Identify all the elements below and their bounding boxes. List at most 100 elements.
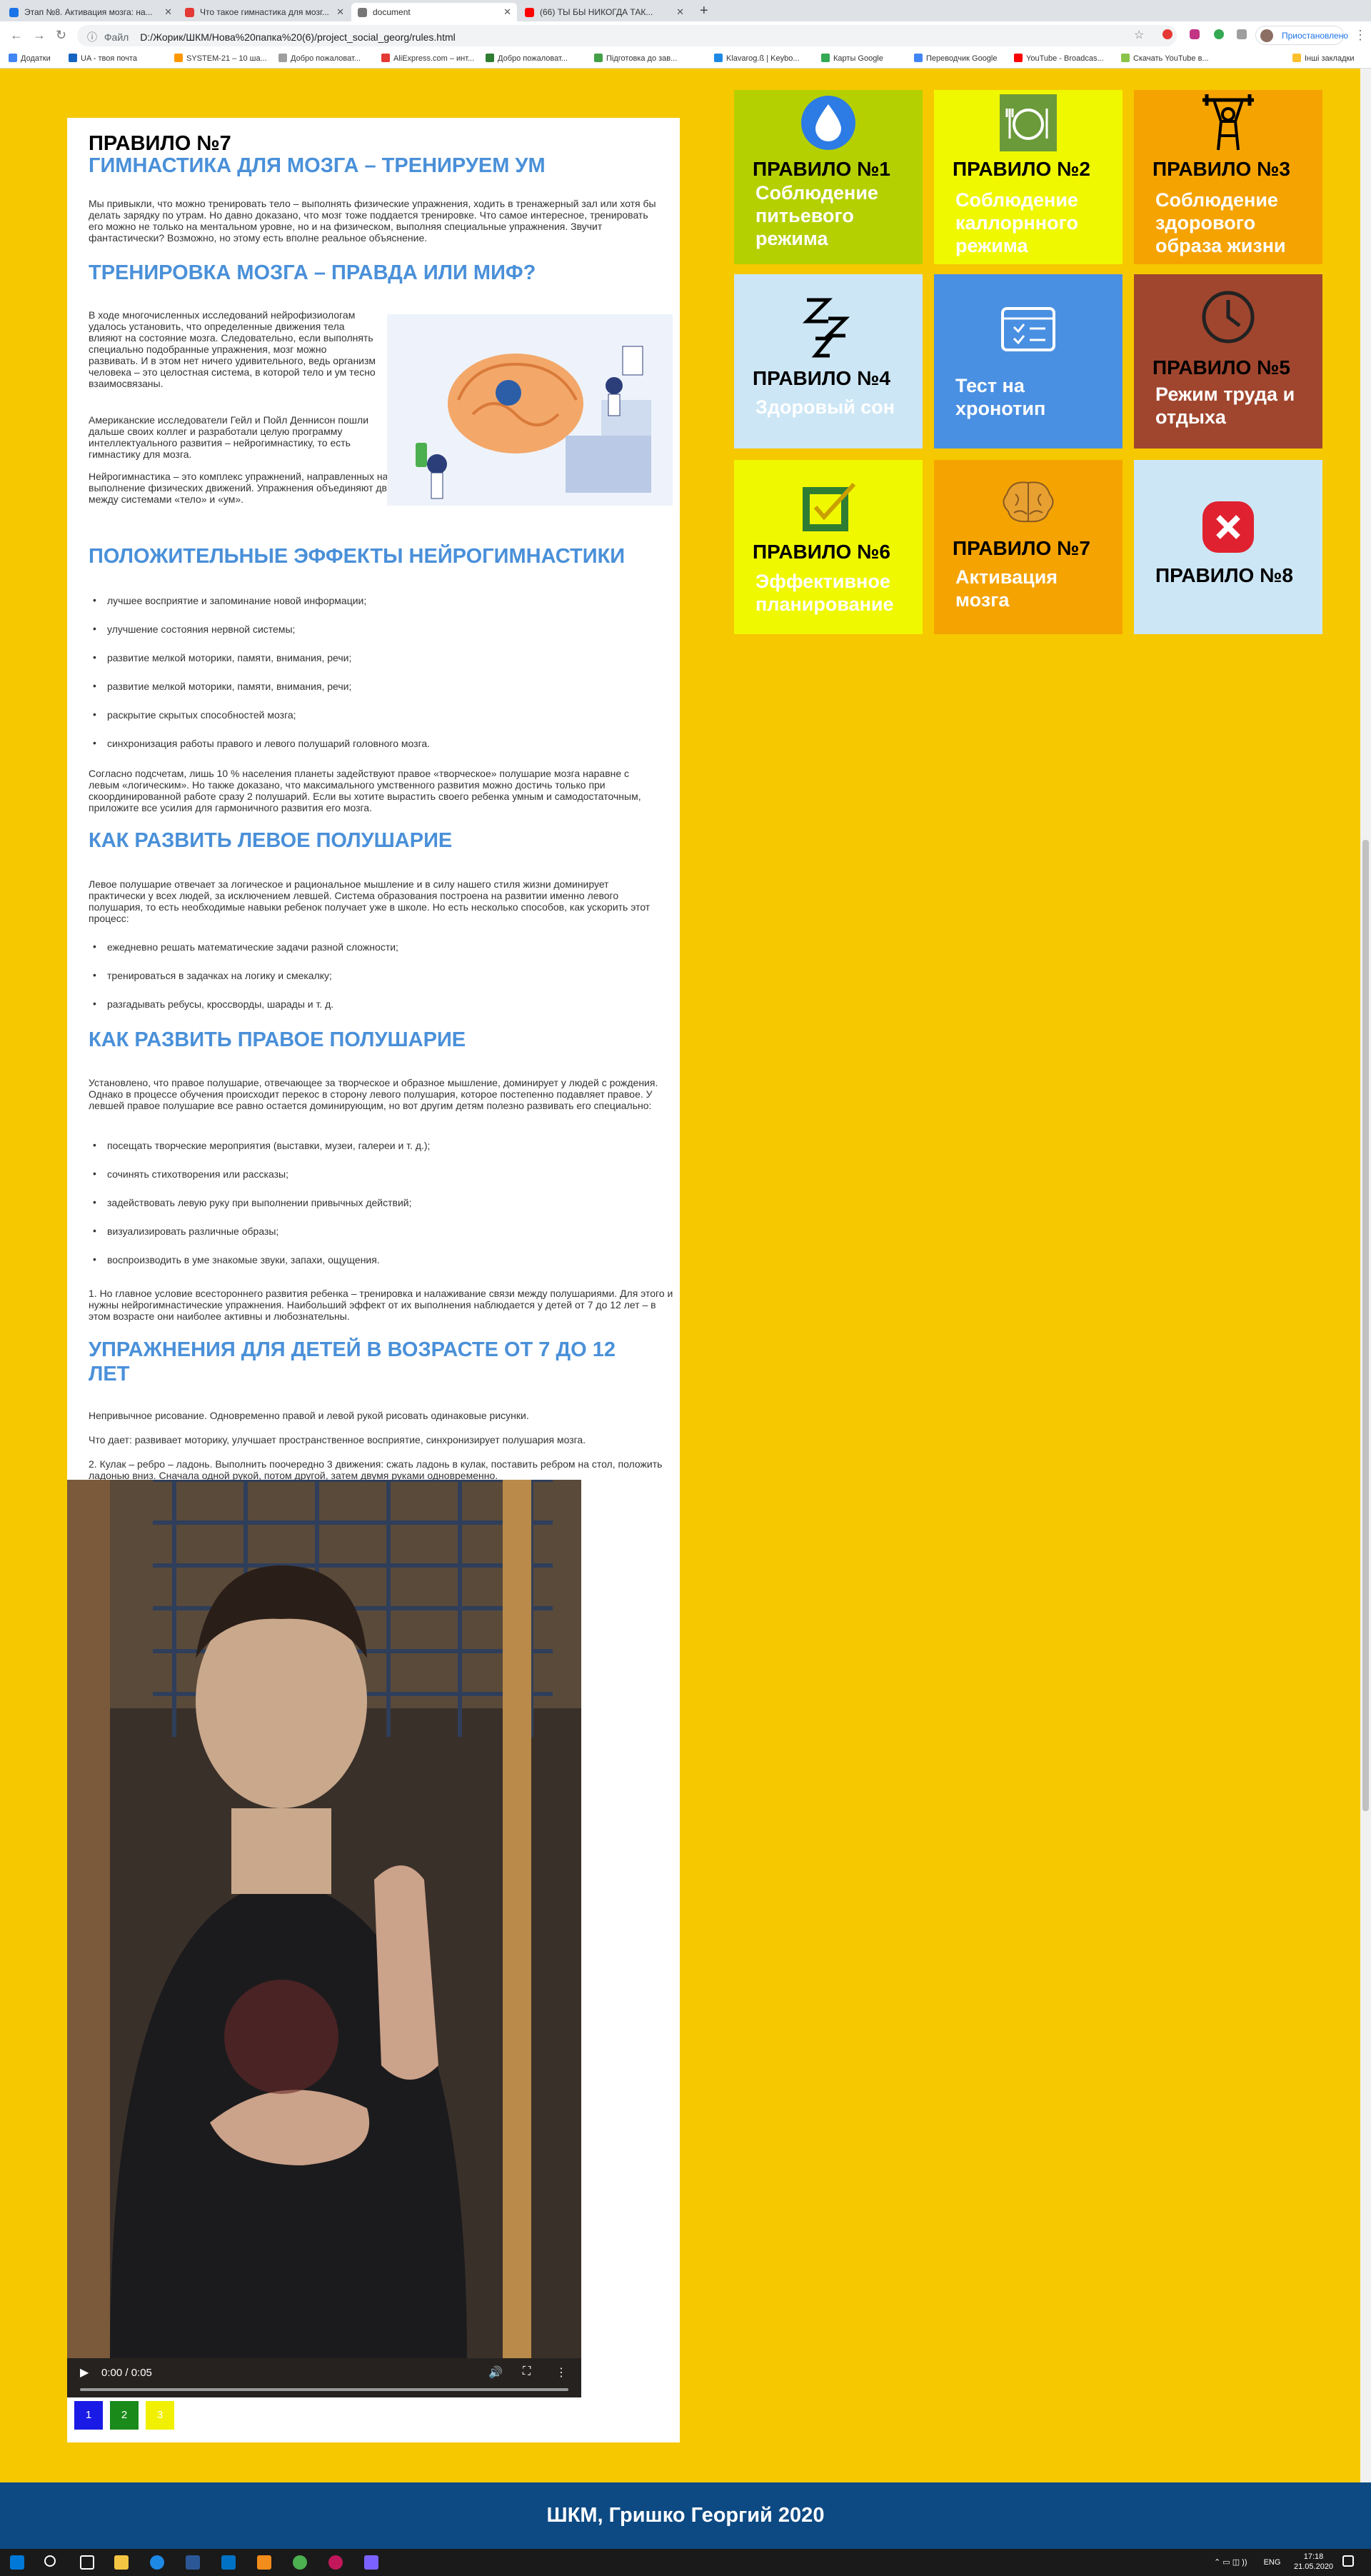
search-icon[interactable] — [44, 2555, 56, 2567]
volume-icon[interactable]: 🔊 — [488, 2365, 503, 2380]
taskbar-clock[interactable]: 17:18 21.05.2020 — [1294, 2552, 1333, 2572]
bookmark-label: Переводчик Google — [926, 54, 998, 63]
rule-tile-7[interactable]: ПРАВИЛО №7 Активация мозга — [934, 460, 1123, 634]
bookmark-item[interactable]: Інші закладки — [1292, 54, 1354, 63]
store-icon[interactable] — [186, 2555, 200, 2570]
page-scrollbar[interactable] — [1360, 69, 1371, 2549]
reload-icon[interactable]: ↻ — [56, 28, 66, 42]
browser-checklist-icon — [1001, 307, 1055, 351]
language-indicator[interactable]: ENG — [1264, 2558, 1281, 2567]
rule-tile-2[interactable]: ПРАВИЛО №2 Соблюдение каллорнного режима — [934, 90, 1123, 264]
browser-tab-active[interactable]: document ✕ — [351, 3, 517, 21]
heading-exercises: УПРАЖНЕНИЯ ДЛЯ ДЕТЕЙ В ВОЗРАСТЕ ОТ 7 ДО … — [89, 1338, 616, 1385]
video-controls: ▶ 0:00 / 0:05 🔊 ⛶ ⋮ — [67, 2358, 581, 2397]
tab-bar: Этап №8. Активация мозга: на... ✕ Что та… — [0, 0, 1371, 21]
bookmarks-bar: Додатки UA - твоя почта SYSTEM-21 – 10 ша.… — [0, 50, 1371, 69]
checkbox-icon — [803, 483, 856, 531]
edge-icon[interactable] — [150, 2555, 164, 2570]
info-icon[interactable]: ⓘ — [87, 31, 97, 43]
new-tab-button[interactable]: + — [700, 3, 708, 19]
bookmark-item[interactable]: AliExpress.com – инт... — [381, 54, 474, 63]
page-button-2[interactable]: 2 — [109, 2400, 140, 2431]
bookmark-item[interactable]: Добро пожаловат... — [278, 54, 361, 63]
system-tray[interactable]: ⌃ ▭ ◫ )) ENG — [1214, 2557, 1280, 2567]
bookmark-label: Klavarog.ß | Keybo... — [726, 54, 800, 63]
app-icon[interactable] — [257, 2555, 271, 2570]
rule-tile-4[interactable]: ПРАВИЛО №4 Здоровый сон — [734, 274, 923, 448]
bookmark-item[interactable]: Klavarog.ß | Keybo... — [714, 54, 800, 63]
extensions-puzzle-icon[interactable] — [1237, 29, 1247, 39]
browser-tab[interactable]: (66) ТЫ БЫ НИКОГДА ТАК... ✕ — [518, 3, 690, 21]
list-item: тренироваться в задачках на логику и сме… — [93, 969, 332, 981]
more-options-icon[interactable]: ⋮ — [556, 2365, 567, 2380]
extension-icon[interactable] — [1214, 29, 1224, 39]
list-item: развитие мелкой моторики, памяти, вниман… — [93, 680, 351, 692]
browser-tab[interactable]: Что такое гимнастика для мозг... ✕ — [179, 3, 350, 21]
back-icon[interactable]: ← — [10, 28, 23, 42]
browser-tab[interactable]: Этап №8. Активация мозга: на... ✕ — [3, 3, 178, 21]
start-windows-icon[interactable] — [10, 2555, 24, 2570]
address-input[interactable]: ⓘ Файл D:/Жорик/ШКМ/Нова%20папка%20(6)/p… — [77, 25, 1177, 46]
bookmark-item[interactable]: Добро пожаловат... — [486, 54, 568, 63]
tab-label: Этап №8. Активация мозга: на... — [24, 7, 153, 17]
rule-tile-8[interactable]: ПРАВИЛО №8 — [1134, 460, 1322, 634]
bookmark-star-icon[interactable]: ☆ — [1134, 29, 1144, 43]
left-hemisphere-paragraph: Левое полушарие отвечает за логическое и… — [89, 878, 651, 924]
video-progress-bar[interactable] — [80, 2388, 568, 2391]
tile-subtitle: Активация мозга — [955, 566, 1058, 611]
bookmark-item[interactable]: YouTube - Broadcas... — [1014, 54, 1104, 63]
play-icon[interactable]: ▶ — [80, 2365, 89, 2380]
scrollbar-thumb[interactable] — [1362, 840, 1369, 1811]
close-tab-icon[interactable]: ✕ — [164, 6, 172, 18]
notifications-icon[interactable] — [1342, 2555, 1354, 2567]
video-player[interactable]: ▶ 0:00 / 0:05 🔊 ⛶ ⋮ — [67, 1480, 581, 2397]
rule-tile-6[interactable]: ПРАВИЛО №6 Эффективное планирование — [734, 460, 923, 634]
rule-tile-5[interactable]: ПРАВИЛО №5 Режим труда и отдыха — [1134, 274, 1322, 448]
bookmark-item[interactable]: Карты Google — [821, 54, 883, 63]
mail-icon[interactable] — [221, 2555, 236, 2570]
bookmark-favicon-icon — [594, 54, 603, 62]
list-item: разгадывать ребусы, кроссворды, шарады и… — [93, 998, 333, 1010]
address-scheme-label: Файл — [104, 31, 129, 43]
app-icon[interactable] — [364, 2555, 378, 2570]
rule-tile-1[interactable]: ПРАВИЛО №1 Соблюдение питьевого режима — [734, 90, 923, 264]
list-item: ежедневно решать математические задачи р… — [93, 941, 398, 953]
bookmark-favicon-icon — [714, 54, 723, 62]
tab-favicon-icon — [9, 8, 19, 17]
page-button-3[interactable]: 3 — [144, 2400, 176, 2431]
bookmark-item[interactable]: Переводчик Google — [914, 54, 998, 63]
bookmark-item[interactable]: UA - твоя почта — [69, 54, 137, 63]
fullscreen-icon[interactable]: ⛶ — [523, 2365, 531, 2378]
menu-kebab-icon[interactable]: ⋮ — [1354, 28, 1367, 42]
myth-paragraph-1: В ходе многочисленных исследований нейро… — [89, 309, 376, 389]
bookmark-favicon-icon — [1292, 54, 1301, 62]
tile-title: ПРАВИЛО №8 — [1155, 564, 1293, 586]
network-icon[interactable]: ⌃ ▭ ◫ )) — [1214, 2558, 1250, 2567]
bookmark-favicon-icon — [914, 54, 923, 62]
bookmark-favicon-icon — [174, 54, 183, 62]
forward-icon[interactable]: → — [33, 28, 46, 42]
list-item: лучшее восприятие и запоминание новой ин… — [93, 594, 366, 606]
rule-tile-chronotype[interactable]: Тест на хронотип — [934, 274, 1123, 448]
close-tab-icon[interactable]: ✕ — [503, 6, 511, 18]
profile-button[interactable]: Приостановлено — [1255, 26, 1348, 45]
article-subtitle: ГИМНАСТИКА ДЛЯ МОЗГА – ТРЕНИРУЕМ УМ — [89, 154, 546, 177]
page-button-1[interactable]: 1 — [73, 2400, 104, 2431]
file-explorer-icon[interactable] — [114, 2555, 129, 2570]
bookmark-item[interactable]: Підготовка до зав... — [594, 54, 677, 63]
task-view-icon[interactable] — [80, 2555, 94, 2570]
chrome-icon[interactable] — [293, 2555, 307, 2570]
bookmark-item[interactable]: SYSTEM-21 – 10 ша... — [174, 54, 267, 63]
app-icon[interactable] — [328, 2555, 343, 2570]
instagram-extension-icon[interactable] — [1190, 29, 1200, 39]
list-item: улучшение состояния нервной системы; — [93, 623, 295, 635]
heading-effects: ПОЛОЖИТЕЛЬНЫЕ ЭФФЕКТЫ НЕЙРОГИМНАСТИКИ — [89, 545, 626, 568]
rule-tile-3[interactable]: ПРАВИЛО №3 Соблюдение здорового образа ж… — [1134, 90, 1322, 264]
bookmark-item[interactable]: Скачать YouTube в... — [1121, 54, 1209, 63]
bookmark-item[interactable]: Додатки — [9, 54, 51, 63]
close-tab-icon[interactable]: ✕ — [676, 6, 684, 18]
list-item: визуализировать различные образы; — [93, 1225, 278, 1237]
exercise-paragraph-3: 2. Кулак – ребро – ладонь. Выполнить поо… — [89, 1458, 663, 1481]
opera-extension-icon[interactable] — [1162, 29, 1172, 39]
close-tab-icon[interactable]: ✕ — [336, 6, 344, 18]
